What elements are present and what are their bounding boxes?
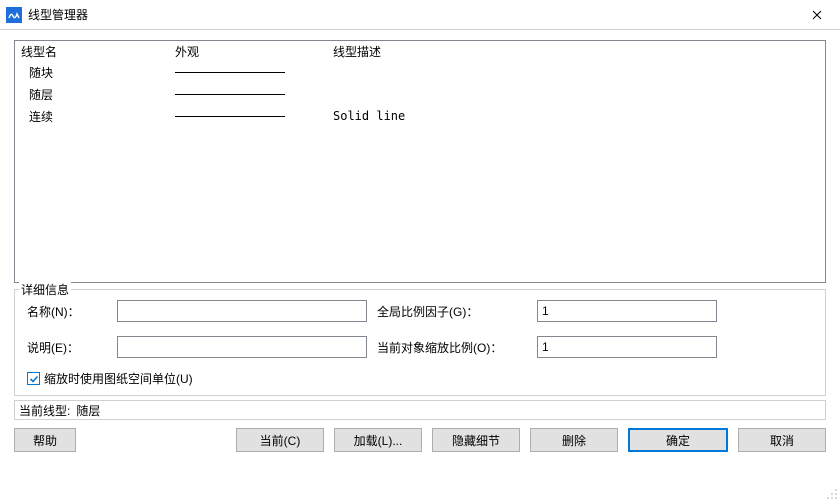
details-legend: 详细信息 [19, 281, 71, 298]
titlebar: 线型管理器 [0, 0, 840, 30]
cancel-button[interactable]: 取消 [738, 428, 826, 452]
help-button[interactable]: 帮助 [14, 428, 76, 452]
row-description: Solid line [325, 109, 825, 123]
global-scale-label: 全局比例因子(G)： [377, 303, 537, 320]
ok-button[interactable]: 确定 [628, 428, 728, 452]
window-title: 线型管理器 [28, 6, 88, 23]
current-scale-label: 当前对象缩放比例(O)： [377, 339, 537, 356]
hide-details-button[interactable]: 隐藏细节 [432, 428, 520, 452]
linetype-list[interactable]: 线型名 外观 线型描述 随块 随层 连续 Solid line [14, 40, 826, 283]
name-label: 名称(N)： [27, 303, 117, 320]
row-appearance [175, 72, 325, 73]
delete-button[interactable]: 删除 [530, 428, 618, 452]
line-sample-icon [175, 116, 285, 117]
description-label: 说明(E)： [27, 339, 117, 356]
row-appearance [175, 116, 325, 117]
row-name: 随层 [15, 86, 175, 103]
row-name: 随块 [15, 64, 175, 81]
current-button[interactable]: 当前(C) [236, 428, 324, 452]
row-appearance [175, 94, 325, 95]
status-label: 当前线型: [19, 402, 70, 419]
status-value: 随层 [76, 402, 100, 419]
header-description[interactable]: 线型描述 [325, 43, 825, 60]
app-icon [6, 7, 22, 23]
details-fieldset: 详细信息 名称(N)： 全局比例因子(G)： 说明(E)： 当前对象缩放比例(O… [14, 289, 826, 396]
header-appearance[interactable]: 外观 [175, 43, 325, 60]
button-row: 帮助 当前(C) 加载(L)... 隐藏细节 删除 确定 取消 [14, 428, 826, 452]
list-header: 线型名 外观 线型描述 [15, 41, 825, 61]
checkbox-icon [27, 372, 40, 385]
close-button[interactable] [794, 0, 840, 30]
list-row[interactable]: 连续 Solid line [15, 105, 825, 127]
paperspace-checkbox-label: 缩放时使用图纸空间单位(U) [44, 370, 193, 387]
load-button[interactable]: 加载(L)... [334, 428, 422, 452]
line-sample-icon [175, 72, 285, 73]
global-scale-input[interactable] [537, 300, 717, 322]
paperspace-checkbox-row[interactable]: 缩放时使用图纸空间单位(U) [27, 370, 813, 387]
list-row[interactable]: 随块 [15, 61, 825, 83]
row-name: 连续 [15, 108, 175, 125]
description-input[interactable] [117, 336, 367, 358]
current-scale-input[interactable] [537, 336, 717, 358]
line-sample-icon [175, 94, 285, 95]
name-input[interactable] [117, 300, 367, 322]
list-row[interactable]: 随层 [15, 83, 825, 105]
current-linetype-status: 当前线型: 随层 [14, 400, 826, 420]
header-name[interactable]: 线型名 [15, 43, 175, 60]
close-icon [812, 10, 822, 20]
resize-grip-icon[interactable] [826, 488, 838, 500]
